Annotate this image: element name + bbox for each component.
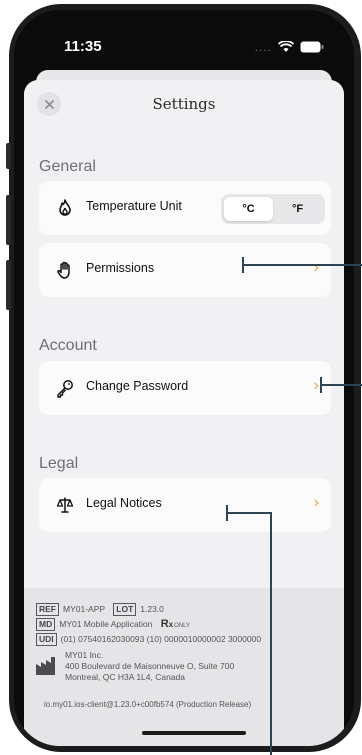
- section-general-title: General: [39, 158, 96, 175]
- manufacturer-name: MY01 Inc.: [65, 650, 104, 660]
- annotation-tick-permissions: [242, 257, 244, 273]
- home-indicator[interactable]: [142, 731, 246, 735]
- ref-lot-line: REF MY01-APP LOT 1.23.0: [36, 603, 164, 616]
- udi-value: (01) 07540162030093 (10) 0000010000002 3…: [60, 634, 262, 644]
- rx-only-symbol: Rx: [160, 618, 174, 630]
- legal-notices-row[interactable]: Legal Notices ›: [39, 478, 331, 532]
- annotation-tick-password: [320, 377, 322, 393]
- key-icon: [57, 380, 73, 398]
- udi-line: UDI (01) 07540162030093 (10) 000001000000…: [36, 633, 261, 646]
- annotation-tick-legal: [226, 505, 228, 521]
- build-version: io.my01.ios-client@1.23.0+c00fb574 (Prod…: [44, 700, 252, 709]
- hand-icon: [57, 261, 70, 279]
- silent-switch: [6, 143, 11, 169]
- volume-down-button: [6, 260, 11, 310]
- annotation-line-legal: [226, 512, 272, 514]
- settings-sheet: Settings General Temperature Unit °C °F …: [24, 80, 344, 746]
- udi-tag: UDI: [36, 633, 57, 646]
- status-bar: 11:35 ....: [14, 10, 354, 68]
- status-icons: ....: [255, 40, 324, 54]
- rx-only-text: ONLY: [174, 623, 191, 629]
- lot-value: 1.23.0: [140, 604, 164, 614]
- md-value: MY01 Mobile Application: [59, 619, 153, 629]
- status-time: 11:35: [64, 38, 102, 55]
- fahrenheit-option[interactable]: °F: [273, 197, 322, 221]
- permissions-row[interactable]: Permissions ›: [39, 243, 331, 297]
- change-password-label: Change Password: [86, 379, 189, 393]
- annotation-line-permissions: [242, 264, 362, 266]
- signal-dots: ....: [254, 40, 272, 54]
- flame-icon: [59, 199, 71, 216]
- lot-tag: LOT: [113, 603, 137, 616]
- permissions-label: Permissions: [86, 261, 155, 275]
- manufacturer-address: MY01 Inc. 400 Boulevard de Maisonneuve O…: [65, 650, 234, 683]
- section-account-title: Account: [39, 337, 97, 354]
- chevron-right-icon: ›: [313, 259, 319, 276]
- annotation-line-password: [320, 384, 362, 386]
- celsius-option[interactable]: °C: [224, 197, 273, 221]
- temperature-unit-toggle: °C °F: [221, 194, 325, 224]
- regulatory-footer: REF MY01-APP LOT 1.23.0 MD MY01 Mobile Appl…: [24, 588, 344, 746]
- annotation-vertical-legal: [270, 512, 272, 755]
- temperature-unit-row: Temperature Unit °C °F: [39, 181, 331, 235]
- manufacturer-icon: [36, 657, 55, 675]
- md-tag: MD: [36, 618, 56, 631]
- page-title: Settings: [152, 95, 216, 113]
- ref-value: MY01-APP: [63, 604, 105, 614]
- legal-notices-label: Legal Notices: [86, 496, 162, 510]
- ref-tag: REF: [36, 603, 59, 616]
- wifi-icon: [278, 41, 294, 52]
- chevron-right-icon: ›: [313, 377, 319, 394]
- manufacturer-city: Montreal, QC H3A 1L4, Canada: [65, 672, 186, 682]
- section-legal-title: Legal: [39, 455, 79, 472]
- manufacturer-street: 400 Boulevard de Maisonneuve O, Suite 70…: [65, 661, 235, 671]
- scale-icon: [56, 497, 74, 513]
- battery-icon: [300, 41, 324, 53]
- volume-up-button: [6, 195, 11, 245]
- chevron-right-icon: ›: [313, 494, 319, 511]
- phone-screen: 11:35 .... Settings General Temperature …: [14, 10, 354, 746]
- md-line: MD MY01 Mobile Application RxONLY: [36, 618, 190, 631]
- temperature-unit-label: Temperature Unit: [86, 199, 182, 213]
- change-password-row[interactable]: Change Password ›: [39, 361, 331, 415]
